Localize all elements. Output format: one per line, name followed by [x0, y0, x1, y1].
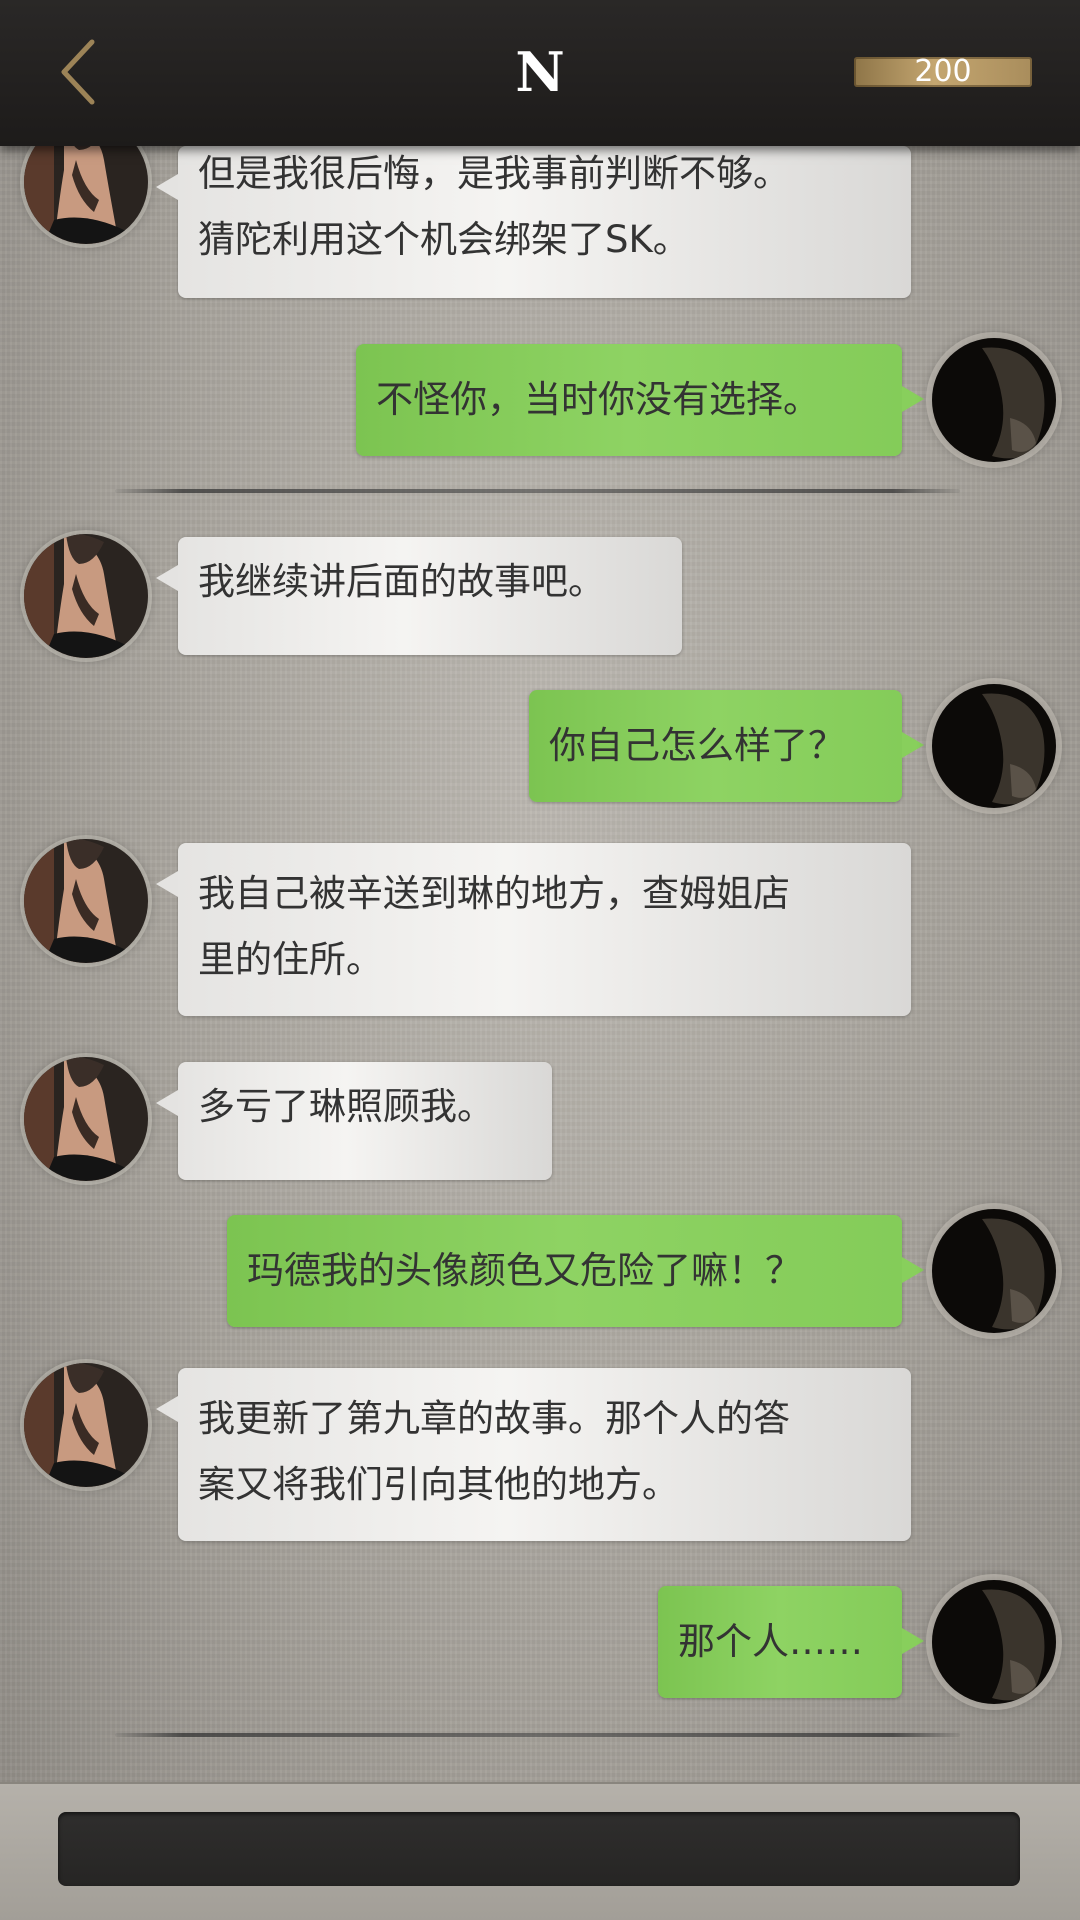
incoming-message-bubble[interactable]: 我更新了第九章的故事。那个人的答 案又将我们引向其他的地方。: [156, 1368, 911, 1541]
message-text-line: 我自己被辛送到琳的地方，查姆姐店: [198, 872, 790, 915]
person-portrait-icon: [24, 1057, 148, 1181]
npc-avatar[interactable]: [24, 534, 148, 658]
user-portrait-icon: [932, 1580, 1056, 1704]
person-portrait-icon: [24, 839, 148, 963]
incoming-message-bubble[interactable]: 我继续讲后面的故事吧。: [156, 537, 682, 655]
user-portrait-icon: [932, 338, 1056, 462]
user-portrait-icon: [932, 684, 1056, 808]
incoming-message-bubble[interactable]: 我自己被辛送到琳的地方，查姆姐店 里的住所。: [156, 843, 911, 1016]
incoming-message-bubble[interactable]: 多亏了琳照顾我。: [156, 1062, 552, 1180]
person-portrait-icon: [24, 1363, 148, 1487]
incoming-message-bubble[interactable]: 但是我很后悔，是我事前判断不够。 猜陀利用这个机会绑架了SK。: [156, 146, 911, 298]
user-avatar[interactable]: [932, 1209, 1056, 1333]
message-text: 多亏了琳照顾我。: [198, 1085, 494, 1128]
section-divider: [115, 489, 960, 493]
message-text: 玛德我的头像颜色又危险了嘛！？: [247, 1249, 802, 1292]
person-portrait-icon: [24, 534, 148, 658]
top-bar: N 200: [0, 0, 1080, 146]
message-text-line: 猜陀利用这个机会绑架了SK。: [198, 218, 690, 261]
reply-input[interactable]: [58, 1812, 1020, 1886]
user-portrait-icon: [932, 1209, 1056, 1333]
message-text: 我继续讲后面的故事吧。: [198, 560, 605, 603]
outgoing-message-bubble[interactable]: 不怪你，当时你没有选择。: [356, 344, 924, 456]
message-text-line: 案又将我们引向其他的地方。: [198, 1463, 679, 1506]
npc-avatar[interactable]: [24, 1057, 148, 1181]
bottom-bar: [0, 1782, 1080, 1920]
chat-screen: 但是我很后悔，是我事前判断不够。 猜陀利用这个机会绑架了SK。 不怪你，当时你没…: [0, 0, 1080, 1920]
coin-balance-badge: 200: [854, 57, 1032, 87]
message-text: 不怪你，当时你没有选择。: [376, 378, 820, 421]
user-avatar[interactable]: [932, 1580, 1056, 1704]
message-text-line: 但是我很后悔，是我事前判断不够。: [198, 152, 790, 195]
message-text: 那个人……: [678, 1620, 863, 1663]
npc-avatar[interactable]: [24, 1363, 148, 1487]
message-list[interactable]: 但是我很后悔，是我事前判断不够。 猜陀利用这个机会绑架了SK。 不怪你，当时你没…: [0, 0, 1080, 1782]
outgoing-message-bubble[interactable]: 玛德我的头像颜色又危险了嘛！？: [227, 1215, 924, 1327]
user-avatar[interactable]: [932, 338, 1056, 462]
section-divider: [115, 1733, 960, 1737]
npc-avatar[interactable]: [24, 839, 148, 963]
message-text-line: 里的住所。: [198, 938, 383, 981]
message-text: 你自己怎么样了？: [549, 724, 845, 767]
user-avatar[interactable]: [932, 684, 1056, 808]
outgoing-message-bubble[interactable]: 那个人……: [658, 1586, 924, 1698]
outgoing-message-bubble[interactable]: 你自己怎么样了？: [529, 690, 924, 802]
message-text-line: 我更新了第九章的故事。那个人的答: [198, 1397, 790, 1440]
